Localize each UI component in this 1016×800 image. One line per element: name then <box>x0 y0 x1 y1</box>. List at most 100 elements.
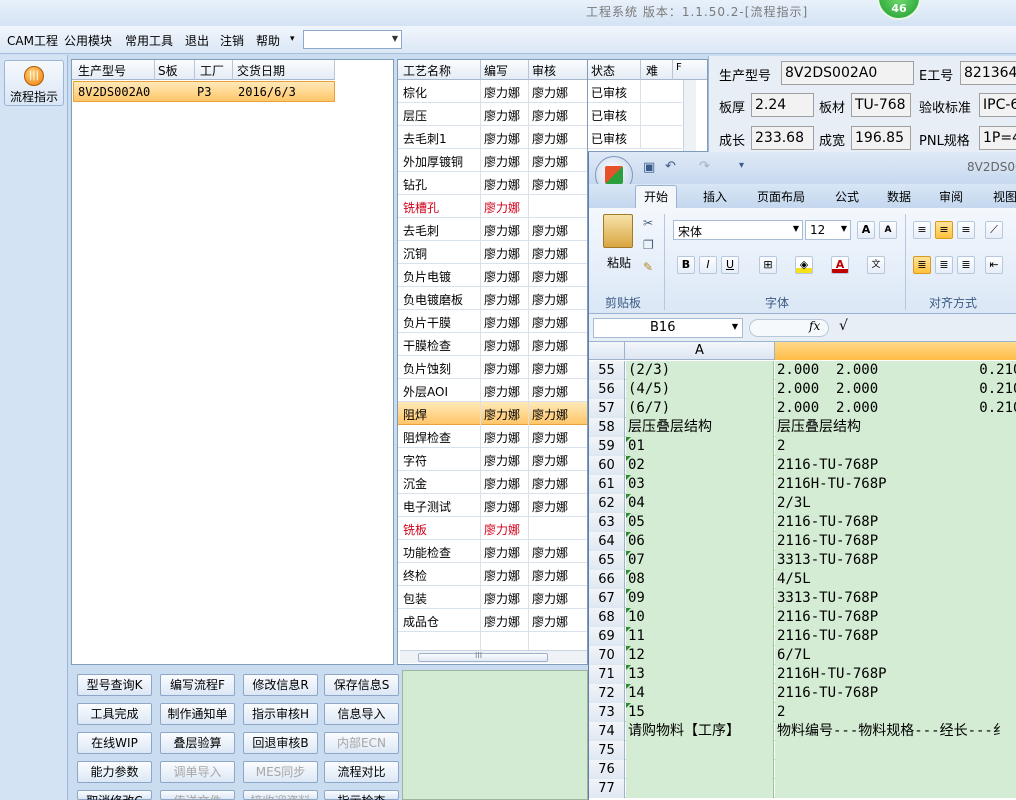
cell-a[interactable] <box>626 741 774 760</box>
align-right-icon[interactable]: ≣ <box>957 256 975 274</box>
align-center-icon[interactable]: ≣ <box>935 256 953 274</box>
quick-access-menu-icon[interactable]: ▾ <box>739 160 744 171</box>
row-number[interactable]: 66 <box>589 570 625 589</box>
action-button-15[interactable]: 流程对比 <box>324 761 399 783</box>
phonetic-icon[interactable]: 文 <box>867 256 885 274</box>
italic-icon[interactable]: I <box>699 256 717 274</box>
action-button-11[interactable]: 内部ECN <box>324 732 399 754</box>
status-row[interactable]: 已审核 <box>588 80 682 103</box>
action-button-0[interactable]: 型号查询K <box>77 674 152 696</box>
table-row[interactable]: 干膜检查 廖力娜 廖力娜 <box>398 333 587 356</box>
cell-a[interactable]: 09 <box>626 589 774 608</box>
row-number[interactable]: 73 <box>589 703 625 722</box>
chevron-down-icon[interactable]: ▼ <box>392 34 398 43</box>
cell-b[interactable]: 2.000 2.000 0.210 <box>775 399 1016 418</box>
cell-b[interactable]: 2116-TU-768P <box>775 513 1016 532</box>
align-top-icon[interactable]: ≡ <box>913 221 931 239</box>
cell-a[interactable]: 08 <box>626 570 774 589</box>
col-writer[interactable]: 编写 <box>484 62 508 79</box>
col-status[interactable]: 状态 <box>591 62 615 79</box>
check-icon[interactable]: √ <box>839 318 848 334</box>
cell-b[interactable]: 2 <box>775 437 1016 456</box>
flow-indicator-button[interactable]: ||| 流程指示 <box>4 60 64 106</box>
field-model[interactable]: 8V2DS002A0 <box>781 61 914 85</box>
save-icon[interactable]: ▣ <box>643 160 655 175</box>
border-icon[interactable]: ⊞ <box>759 256 777 274</box>
cell-b[interactable] <box>775 760 1016 779</box>
shrink-font-icon[interactable]: A <box>879 221 897 239</box>
table-row[interactable]: 负片电镀 廖力娜 廖力娜 <box>398 264 587 287</box>
action-button-14[interactable]: MES同步 <box>243 761 318 783</box>
col-model[interactable]: 生产型号 <box>78 62 126 79</box>
cell-b[interactable] <box>775 779 1016 798</box>
field-standard[interactable]: IPC-6 <box>979 93 1016 117</box>
orientation-icon[interactable]: ⟋ <box>985 221 1003 239</box>
cell-b[interactable]: 层压叠层结构 <box>775 418 1016 437</box>
row-number[interactable]: 60 <box>589 456 625 475</box>
action-button-17[interactable]: 传送文件 <box>160 790 235 800</box>
action-button-19[interactable]: 指示检查 <box>324 790 399 800</box>
action-button-2[interactable]: 修改信息R <box>243 674 318 696</box>
cell-a[interactable]: 06 <box>626 532 774 551</box>
row-number[interactable]: 71 <box>589 665 625 684</box>
bold-icon[interactable]: B <box>677 256 695 274</box>
action-button-16[interactable]: 取消修改C <box>77 790 152 800</box>
row-number[interactable]: 65 <box>589 551 625 570</box>
field-material[interactable]: TU-768 <box>851 93 911 117</box>
cell-a[interactable]: 15 <box>626 703 774 722</box>
cell-b[interactable]: 3313-TU-768P <box>775 589 1016 608</box>
cell-b[interactable]: 2116-TU-768P <box>775 532 1016 551</box>
table-row[interactable]: 成品仓 廖力娜 廖力娜 <box>398 609 587 632</box>
row-number[interactable]: 74 <box>589 722 625 741</box>
row-number[interactable]: 68 <box>589 608 625 627</box>
align-left-icon[interactable]: ≣ <box>913 256 931 274</box>
scroll-thumb[interactable]: III <box>418 651 548 662</box>
table-row[interactable]: 电子测试 廖力娜 廖力娜 <box>398 494 587 517</box>
font-size-select[interactable]: 12 ▼ <box>805 220 851 240</box>
grow-font-icon[interactable]: A <box>857 221 875 239</box>
cell-a[interactable]: 11 <box>626 627 774 646</box>
field-pnl[interactable]: 1P=4 <box>979 126 1016 150</box>
cell-b[interactable]: 2116-TU-768P <box>775 608 1016 627</box>
cell-a[interactable]: 14 <box>626 684 774 703</box>
cell-b[interactable]: 2 <box>775 703 1016 722</box>
table-row[interactable]: 阻焊 廖力娜 廖力娜 <box>398 402 587 425</box>
cell-a[interactable]: 03 <box>626 475 774 494</box>
action-button-3[interactable]: 保存信息S <box>324 674 399 696</box>
cell-b[interactable]: 2.000 2.000 0.210 <box>775 361 1016 380</box>
col-reviewer[interactable]: 审核 <box>532 62 556 79</box>
col-process-name[interactable]: 工艺名称 <box>403 62 451 79</box>
cell-b[interactable]: 2/3L <box>775 494 1016 513</box>
action-button-6[interactable]: 指示审核H <box>243 703 318 725</box>
row-number[interactable]: 75 <box>589 741 625 760</box>
table-row[interactable]: 沉金 廖力娜 廖力娜 <box>398 471 587 494</box>
cell-b[interactable]: 3313-TU-768P <box>775 551 1016 570</box>
menu-common-tools[interactable]: 常用工具 <box>125 32 173 49</box>
align-bottom-icon[interactable]: ≡ <box>957 221 975 239</box>
cell-b[interactable]: 2116-TU-768P <box>775 456 1016 475</box>
row-number[interactable]: 56 <box>589 380 625 399</box>
table-row[interactable]: 终检 廖力娜 廖力娜 <box>398 563 587 586</box>
action-button-13[interactable]: 调单导入 <box>160 761 235 783</box>
cell-b[interactable]: 2116H-TU-768P <box>775 665 1016 684</box>
redo-icon[interactable]: ↷ <box>699 159 710 174</box>
field-thickness[interactable]: 2.24 <box>751 93 814 117</box>
col-b-header[interactable] <box>774 342 1016 360</box>
cell-b[interactable]: 6/7L <box>775 646 1016 665</box>
col-s-board[interactable]: S板 <box>158 62 178 79</box>
row-number[interactable]: 61 <box>589 475 625 494</box>
action-button-7[interactable]: 信息导入 <box>324 703 399 725</box>
underline-icon[interactable]: U <box>721 256 739 274</box>
name-box[interactable]: B16 ▼ <box>593 318 743 338</box>
action-button-1[interactable]: 编写流程F <box>160 674 235 696</box>
menu-combo[interactable]: ▼ <box>303 30 402 49</box>
row-number[interactable]: 77 <box>589 779 625 798</box>
menu-public-module[interactable]: 公用模块 <box>64 32 112 49</box>
action-button-5[interactable]: 制作通知单 <box>160 703 235 725</box>
table-row[interactable]: 外层AOI 廖力娜 廖力娜 <box>398 379 587 402</box>
row-number[interactable]: 67 <box>589 589 625 608</box>
col-difficulty[interactable]: 难 <box>646 62 658 79</box>
col-a-header[interactable]: A <box>695 343 704 358</box>
table-row[interactable]: 字符 廖力娜 廖力娜 <box>398 448 587 471</box>
tab-view[interactable]: 视图 <box>993 188 1016 205</box>
